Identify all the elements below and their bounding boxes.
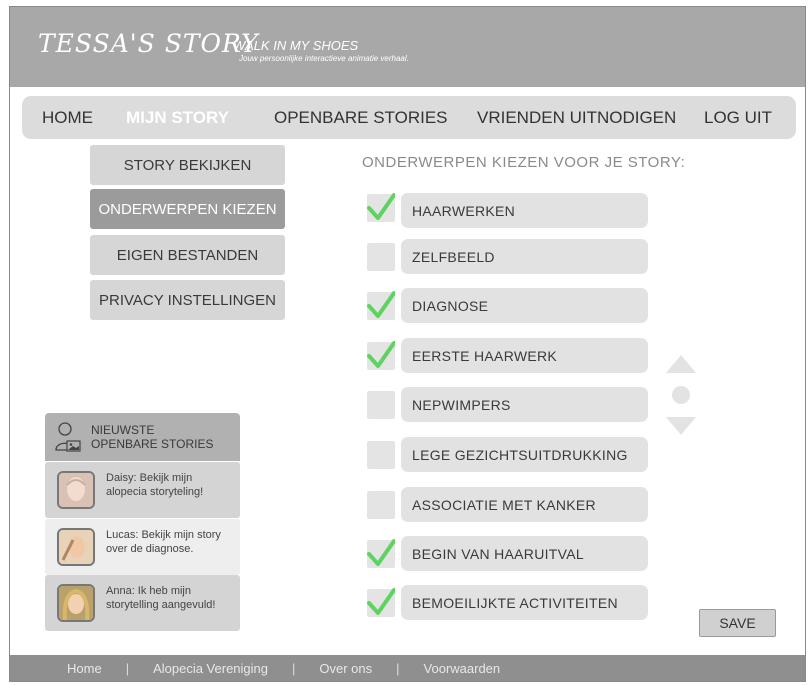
main-nav: HOME MIJN STORY OPENBARE STORIES VRIENDE… [22,96,796,139]
public-stories-title-line1: NIEUWSTE [91,423,155,437]
footer-link-home[interactable]: Home [67,661,102,676]
story-text: Daisy: Bekijk mijn alopecia storyteling! [106,472,204,498]
story-item-anna[interactable]: Anna: Ik heb mijn storytelling aangevuld… [45,575,240,631]
topic-checkbox[interactable] [367,588,395,617]
scroll-up-icon[interactable] [664,353,698,375]
checkmark-icon [367,539,395,566]
avatar-lucas [57,528,95,566]
footer-separator: | [292,660,296,676]
submenu-onderwerpen-kiezen[interactable]: ONDERWERPEN KIEZEN [90,189,285,229]
topic-checkbox[interactable] [367,441,395,469]
footer: Home | Alopecia Vereniging | Over ons | … [10,655,805,681]
nav-openbare-stories[interactable]: OPENBARE STORIES [274,108,448,128]
user-image-icon [55,421,81,453]
topic-checkbox[interactable] [367,539,395,568]
page-frame: TESSA'S STORY WALK IN MY SHOES Jouw pers… [9,6,806,682]
topics-heading: ONDERWERPEN KIEZEN VOOR JE STORY: [362,154,686,171]
story-item-lucas[interactable]: Lucas: Bekijk mijn story over de diagnos… [45,519,240,575]
footer-link-alopecia-vereniging[interactable]: Alopecia Vereniging [153,661,268,676]
topic-diagnose[interactable]: DIAGNOSE [401,288,648,323]
footer-separator: | [125,660,130,676]
submenu-eigen-bestanden[interactable]: EIGEN BESTANDEN [90,235,285,275]
topic-zelfbeeld[interactable]: ZELFBEELD [401,239,648,274]
topic-checkbox[interactable] [367,391,395,419]
public-stories-title-line2: OPENBARE STORIES [91,437,214,451]
avatar-daisy [57,471,95,509]
public-stories-header[interactable]: NIEUWSTE OPENBARE STORIES [45,413,240,461]
topic-checkbox[interactable] [367,193,395,222]
checkmark-icon [367,291,395,318]
story-text: Anna: Ik heb mijn storytelling aangevuld… [106,585,216,611]
topic-checkbox[interactable] [367,291,395,320]
site-logo[interactable]: TESSA'S STORY [38,29,259,58]
topic-checkbox[interactable] [367,491,395,519]
story-item-daisy[interactable]: Daisy: Bekijk mijn alopecia storyteling! [45,462,240,518]
topic-checkbox[interactable] [367,243,395,271]
nav-vrienden-uitnodigen[interactable]: VRIENDEN UITNODIGEN [477,108,676,128]
topic-associatie-met-kanker[interactable]: ASSOCIATIE MET KANKER [401,487,648,522]
nav-mijn-story[interactable]: MIJN STORY [126,108,229,128]
story-text: Lucas: Bekijk mijn story over de diagnos… [106,529,221,555]
header-banner: TESSA'S STORY WALK IN MY SHOES Jouw pers… [10,7,805,87]
footer-link-voorwaarden[interactable]: Voorwaarden [424,661,501,676]
checkmark-icon [367,193,395,220]
save-button[interactable]: SAVE [699,609,776,637]
topic-eerste-haarwerk[interactable]: EERSTE HAARWERK [401,338,648,373]
avatar-anna [57,584,95,622]
submenu-privacy-instellingen[interactable]: PRIVACY INSTELLINGEN [90,280,285,320]
nav-home[interactable]: HOME [42,108,93,128]
topic-haarwerken[interactable]: HAARWERKEN [401,193,648,228]
scroll-down-icon[interactable] [664,415,698,437]
footer-separator: | [396,660,400,676]
topic-begin-van-haaruitval[interactable]: BEGIN VAN HAARUITVAL [401,536,648,571]
submenu-story-bekijken[interactable]: STORY BEKIJKEN [90,145,285,185]
site-tagline: WALK IN MY SHOES [233,38,359,53]
nav-log-uit[interactable]: LOG UIT [704,108,772,128]
topic-bemoeilijkte-activiteiten[interactable]: BEMOEILIJKTE ACTIVITEITEN [401,585,648,620]
site-subtagline: Jouw persoonlijke interactieve animatie … [239,54,409,63]
checkmark-icon [367,341,395,368]
topic-nepwimpers[interactable]: NEPWIMPERS [401,387,648,422]
scroll-dot-icon[interactable] [664,384,698,406]
public-stories-title: NIEUWSTE OPENBARE STORIES [91,423,213,451]
topic-scroller [664,353,698,438]
topic-lege-gezichtsuitdrukking[interactable]: LEGE GEZICHTSUITDRUKKING [401,437,648,472]
checkmark-icon [367,588,395,615]
footer-link-over-ons[interactable]: Over ons [319,661,372,676]
topic-checkbox[interactable] [367,341,395,370]
